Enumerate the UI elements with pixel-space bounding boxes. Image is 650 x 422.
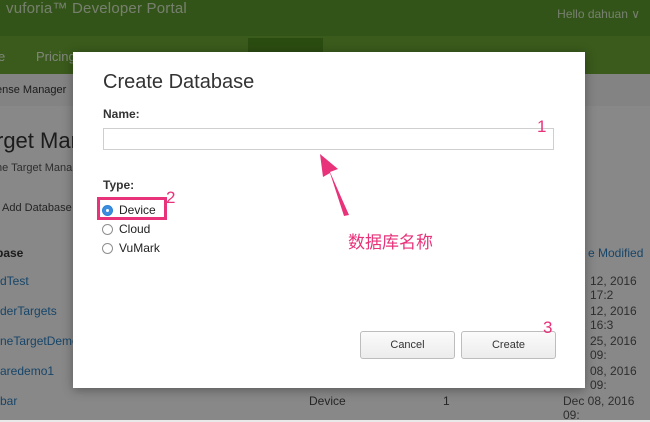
annotation-number-2: 2 [166,188,176,207]
type-option-label: VuMark [119,241,160,255]
annotation-highlight-box [97,197,167,220]
create-database-dialog: Create Database Name: Type: Device Cloud… [73,52,585,388]
annotation-note: 数据库名称 [348,233,433,253]
type-option-label: Cloud [119,222,151,236]
cancel-button[interactable]: Cancel [360,331,455,359]
type-option-cloud[interactable]: Cloud [102,221,150,237]
annotation-number-1: 1 [537,117,547,136]
radio-icon[interactable] [102,223,113,235]
type-option-vumark[interactable]: VuMark [102,240,160,256]
radio-icon[interactable] [102,242,113,254]
type-label: Type: [103,178,135,192]
dialog-title: Create Database [103,71,255,93]
annotation-arrow-icon [320,154,349,216]
annotation-number-3: 3 [543,318,553,337]
create-button[interactable]: Create [461,331,556,359]
database-name-input[interactable] [103,128,554,150]
name-label: Name: [103,107,140,121]
